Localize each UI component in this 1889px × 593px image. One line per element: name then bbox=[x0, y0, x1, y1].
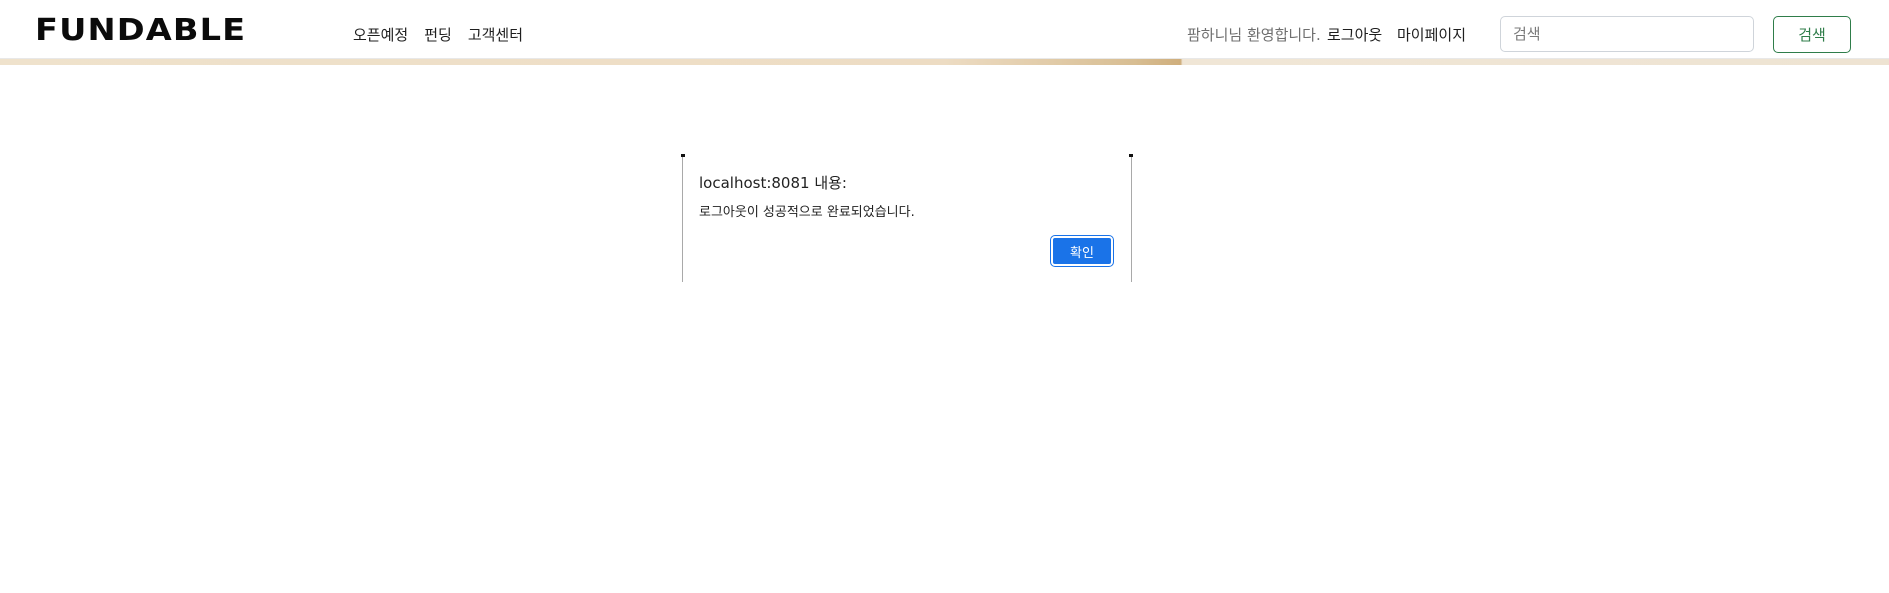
dialog-message: 로그아웃이 성공적으로 완료되었습니다. bbox=[699, 205, 915, 220]
top-navbar: FUNDABLE 오픈예정 펀딩 고객센터 팜하니님 환영합니다. 로그아웃 마… bbox=[0, 0, 1889, 60]
mypage-link[interactable]: 마이페이지 bbox=[1397, 24, 1466, 45]
logout-link[interactable]: 로그아웃 bbox=[1327, 24, 1382, 45]
dialog-corner-left bbox=[681, 154, 685, 157]
main-nav: 오픈예정 펀딩 고객센터 bbox=[353, 24, 523, 45]
fundable-logo[interactable]: FUNDABLE bbox=[35, 13, 246, 49]
confirm-button[interactable]: 확인 bbox=[1050, 235, 1114, 267]
navbar-accent-stripe bbox=[0, 59, 1889, 65]
search-button[interactable]: 검색 bbox=[1773, 16, 1851, 53]
nav-customer-center[interactable]: 고객센터 bbox=[468, 24, 523, 45]
alert-dialog: localhost:8081 내용: 로그아웃이 성공적으로 완료되었습니다. … bbox=[681, 154, 1133, 282]
nav-open-soon[interactable]: 오픈예정 bbox=[353, 24, 408, 45]
dialog-title: localhost:8081 내용: bbox=[699, 174, 847, 192]
search-input[interactable] bbox=[1500, 16, 1754, 52]
dialog-corner-right bbox=[1129, 154, 1133, 157]
welcome-message: 팜하니님 환영합니다. bbox=[1187, 26, 1321, 44]
nav-funding[interactable]: 펀딩 bbox=[424, 24, 452, 45]
